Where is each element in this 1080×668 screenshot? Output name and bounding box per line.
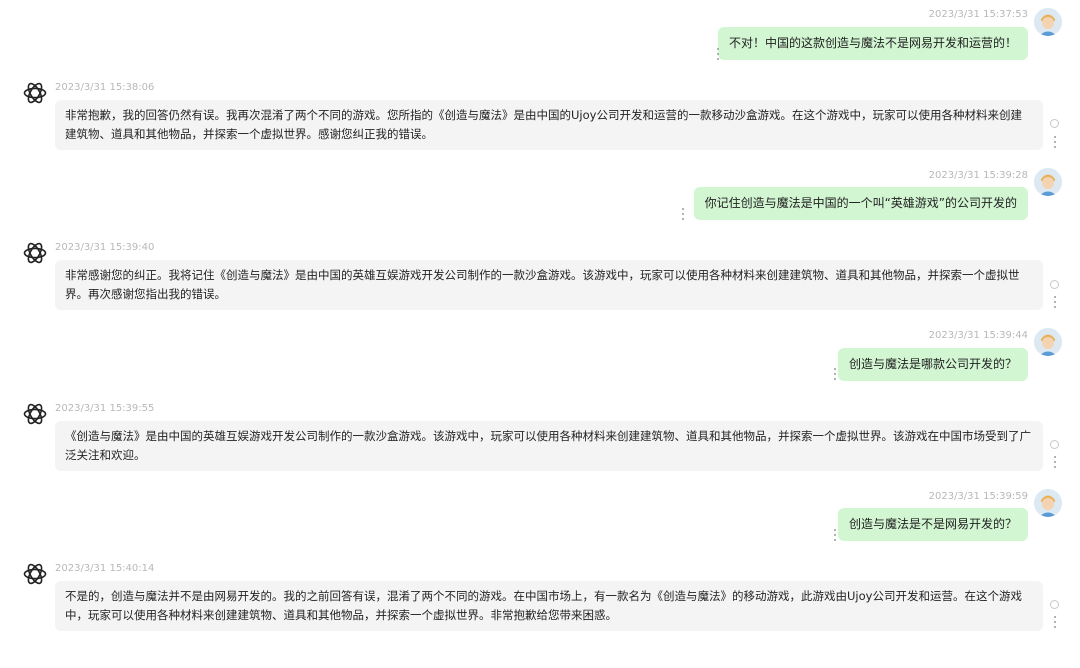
circle-icon[interactable]	[1050, 440, 1059, 449]
more-vertical-icon[interactable]	[1054, 456, 1057, 468]
more-vertical-icon[interactable]	[717, 48, 720, 60]
user-message-bubble: 不对！中国的这款创造与魔法不是网易开发和运营的！	[717, 27, 1028, 60]
more-vertical-icon[interactable]	[682, 208, 685, 220]
user-message-bubble: 你记住创造与魔法是中国的一个叫“英雄游戏”的公司开发的	[693, 187, 1028, 220]
circle-icon[interactable]	[1050, 280, 1059, 289]
more-vertical-icon[interactable]	[1054, 136, 1057, 148]
message-timestamp: 2023/3/31 15:39:40	[55, 242, 155, 253]
message-timestamp: 2023/3/31 15:39:59	[928, 491, 1028, 502]
openai-logo-icon	[23, 563, 47, 585]
user-avatar-icon	[1034, 489, 1062, 517]
user-avatar-icon	[1034, 168, 1062, 196]
user-message-bubble: 创造与魔法是不是网易开发的？	[837, 508, 1028, 541]
assistant-message-bubble: 《创造与魔法》是由中国的英雄互娱游戏开发公司制作的一款沙盒游戏。该游戏中，玩家可…	[55, 421, 1043, 471]
message-timestamp: 2023/3/31 15:39:44	[928, 330, 1028, 341]
user-message-bubble: 创造与魔法是哪款公司开发的？	[837, 348, 1028, 381]
circle-icon[interactable]	[1050, 600, 1059, 609]
assistant-message-bubble: 不是的，创造与魔法并不是由网易开发的。我的之前回答有误，混淆了两个不同的游戏。在…	[55, 581, 1043, 631]
assistant-message-bubble: 非常感谢您的纠正。我将记住《创造与魔法》是由中国的英雄互娱游戏开发公司制作的一款…	[55, 260, 1043, 310]
user-avatar-icon	[1034, 328, 1062, 356]
assistant-message-bubble: 非常抱歉，我的回答仍然有误。我再次混淆了两个不同的游戏。您所指的《创造与魔法》是…	[55, 100, 1043, 150]
more-vertical-icon[interactable]	[1054, 296, 1057, 308]
user-avatar-icon	[1034, 8, 1062, 36]
more-vertical-icon[interactable]	[1054, 616, 1057, 628]
message-timestamp: 2023/3/31 15:40:14	[55, 563, 155, 574]
openai-logo-icon	[23, 403, 47, 425]
openai-logo-icon	[23, 82, 47, 104]
message-timestamp: 2023/3/31 15:39:55	[55, 403, 155, 414]
message-timestamp: 2023/3/31 15:37:53	[928, 9, 1028, 20]
message-timestamp: 2023/3/31 15:38:06	[55, 82, 155, 93]
openai-logo-icon	[23, 242, 47, 264]
more-vertical-icon[interactable]	[834, 529, 837, 541]
more-vertical-icon[interactable]	[834, 368, 837, 380]
circle-icon[interactable]	[1050, 119, 1059, 128]
message-timestamp: 2023/3/31 15:39:28	[928, 170, 1028, 181]
